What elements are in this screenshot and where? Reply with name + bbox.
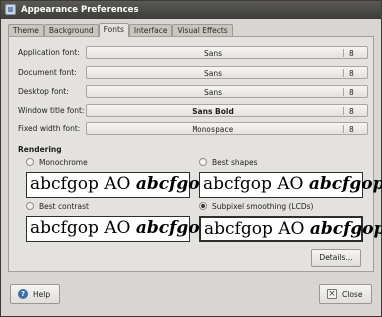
help-label: Help xyxy=(33,290,51,299)
font-button-separator xyxy=(343,88,344,96)
window-title-font-row: Window title font: Sans Bold 8 xyxy=(18,104,368,118)
monochrome-label: Monochrome xyxy=(39,158,88,167)
sample-bold-italic: abcfgop xyxy=(308,174,382,194)
font-button-separator xyxy=(343,107,344,115)
best-shapes-label: Best shapes xyxy=(212,158,258,167)
desktop-font-label: Desktop font: xyxy=(18,87,69,96)
close-label: Close xyxy=(342,290,363,299)
desktop-font-size: 8 xyxy=(349,88,354,97)
sample-regular: abcfgop AO xyxy=(203,174,309,194)
monochrome-radio[interactable] xyxy=(26,158,34,166)
best-contrast-label: Best contrast xyxy=(39,202,89,211)
desktop-font-row: Desktop font: Sans 8 xyxy=(18,85,368,99)
window-title-font-name: Sans Bold xyxy=(192,107,234,116)
best-shapes-option[interactable]: Best shapes xyxy=(199,157,349,168)
subpixel-smoothing-preview[interactable]: abcfgop AO abcfgop xyxy=(199,216,382,242)
sample-bold-italic: abcfgop xyxy=(309,219,382,239)
sample-regular: abcfgop AO xyxy=(204,219,310,239)
application-font-label: Application font: xyxy=(18,48,80,57)
help-icon: ? xyxy=(18,289,28,299)
best-contrast-option[interactable]: Best contrast xyxy=(26,201,176,212)
fixed-width-font-label: Fixed width font: xyxy=(18,124,81,133)
best-contrast-preview[interactable]: abcfgop AO abcfgop xyxy=(26,216,212,242)
font-button-separator xyxy=(343,49,344,57)
font-button-separator xyxy=(343,125,344,133)
sample-regular: abcfgop AO xyxy=(30,218,136,238)
window-title-font-label: Window title font: xyxy=(18,106,85,115)
document-font-size: 8 xyxy=(349,69,354,78)
subpixel-smoothing-label: Subpixel smoothing (LCDs) xyxy=(212,202,314,211)
document-font-row: Document font: Sans 8 xyxy=(18,66,368,80)
fixed-width-font-name: Monospace xyxy=(192,125,234,134)
fixed-width-font-button[interactable]: Monospace 8 xyxy=(86,122,368,135)
fonts-panel: Application font: Sans 8 Document font: … xyxy=(8,36,382,272)
window-title: Appearance Preferences xyxy=(21,5,139,15)
subpixel-smoothing-radio[interactable] xyxy=(199,202,207,210)
close-icon: × xyxy=(327,289,337,299)
sample-regular: abcfgop AO xyxy=(30,174,136,194)
appearance-preferences-window: Appearance Preferences Theme Background … xyxy=(0,0,382,317)
application-font-name: Sans xyxy=(203,49,223,58)
desktop-font-name: Sans xyxy=(203,88,223,97)
window-title-font-button[interactable]: Sans Bold 8 xyxy=(86,104,368,117)
application-font-row: Application font: Sans 8 xyxy=(18,46,368,60)
monochrome-option[interactable]: Monochrome xyxy=(26,157,176,168)
window-title-font-size: 8 xyxy=(349,107,354,116)
application-font-size: 8 xyxy=(349,49,354,58)
preview-sample: abcfgop AO abcfgop xyxy=(203,174,382,194)
subpixel-smoothing-option[interactable]: Subpixel smoothing (LCDs) xyxy=(199,201,359,212)
monochrome-preview[interactable]: abcfgop AO abcfgop xyxy=(26,172,212,198)
document-font-label: Document font: xyxy=(18,68,77,77)
document-font-button[interactable]: Sans 8 xyxy=(86,66,368,79)
desktop-font-button[interactable]: Sans 8 xyxy=(86,85,368,98)
help-button[interactable]: ? Help xyxy=(10,284,60,304)
title-bar[interactable]: Appearance Preferences xyxy=(1,1,381,19)
appearance-icon xyxy=(5,4,16,15)
details-button[interactable]: Details... xyxy=(311,249,361,267)
tab-fonts[interactable]: Fonts xyxy=(98,23,129,37)
best-shapes-radio[interactable] xyxy=(199,158,207,166)
close-button[interactable]: × Close xyxy=(319,284,372,304)
preview-sample: abcfgop AO abcfgop xyxy=(204,219,382,239)
document-font-name: Sans xyxy=(203,69,223,78)
fixed-width-font-size: 8 xyxy=(349,125,354,134)
application-font-button[interactable]: Sans 8 xyxy=(86,46,368,59)
font-button-separator xyxy=(343,69,344,77)
preview-sample: abcfgop AO abcfgop xyxy=(30,218,212,238)
best-shapes-preview[interactable]: abcfgop AO abcfgop xyxy=(199,172,382,198)
tab-bar: Theme Background Fonts Interface Visual … xyxy=(8,23,233,37)
preview-sample: abcfgop AO abcfgop xyxy=(30,174,212,194)
fixed-width-font-row: Fixed width font: Monospace 8 xyxy=(18,122,368,136)
best-contrast-radio[interactable] xyxy=(26,202,34,210)
rendering-heading: Rendering xyxy=(18,145,62,154)
